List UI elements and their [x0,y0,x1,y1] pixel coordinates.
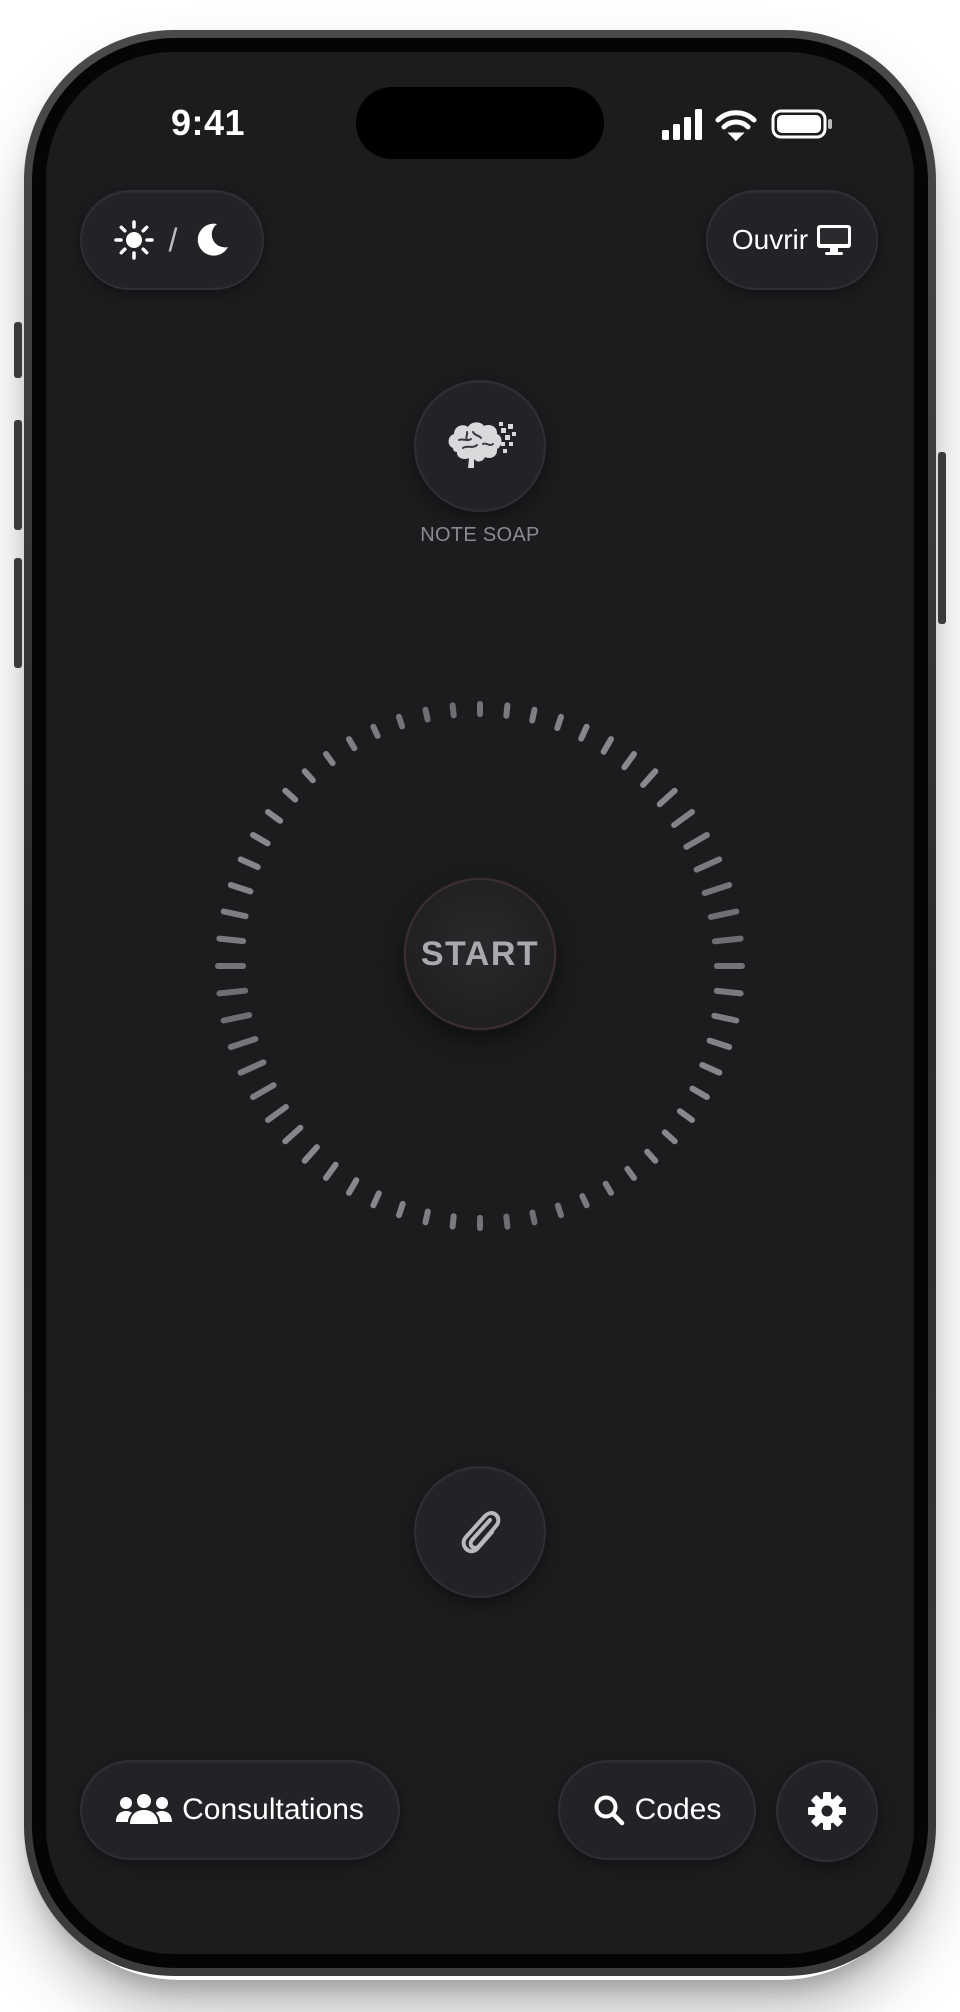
start-recording-button[interactable]: START [404,878,556,1030]
dial-tick [706,1037,733,1050]
dial-tick [237,1059,267,1076]
search-icon [594,1795,624,1826]
brain-icon [448,422,516,468]
dial-tick [216,935,247,945]
dial-tick [644,1148,659,1164]
dial-tick [265,809,284,824]
dial-tick [396,1200,406,1219]
dial-tick [282,787,299,803]
volume-up-button [14,420,22,530]
dial-tick [713,987,744,997]
codes-search-button[interactable]: Codes [558,1760,756,1860]
dial-tick [323,751,336,767]
status-icons [662,109,832,142]
dial-tick [422,706,431,723]
dial-tick [699,1062,723,1076]
dial-tick [346,1177,360,1196]
soap-note-button[interactable] [414,380,546,512]
dial-tick [602,1180,614,1196]
dial-tick [227,1036,259,1050]
dial-tick [579,1193,590,1209]
dial-tick [689,1085,710,1100]
dial-tick [656,787,678,808]
dial-tick [624,1165,637,1181]
cellular-signal-icon [662,109,702,140]
dynamic-island [356,87,604,159]
dial-tick [503,1213,511,1230]
dial-tick [640,768,659,788]
dial-tick [301,768,316,784]
attachment-button[interactable] [414,1466,546,1598]
dial-tick [711,935,744,945]
dial-tick [529,1209,538,1226]
theme-separator: / [168,221,178,258]
dial-tick [449,702,457,719]
dial-tick [237,856,261,870]
desktop-monitor-icon [817,225,852,255]
moon-icon [198,223,229,256]
dial-tick [661,1129,678,1145]
wifi-icon [715,110,757,142]
dial-tick [707,908,740,920]
dial-tick [227,882,254,895]
dial-tick [346,736,358,752]
sun-icon [113,220,154,260]
gear-icon [808,1792,846,1830]
dial-tick [250,832,271,847]
codes-label: Codes [634,1793,722,1826]
open-desktop-button[interactable]: Ouvrir [706,190,878,290]
dial-tick [370,1190,382,1209]
power-button [938,452,946,624]
dial-tick [396,713,406,730]
dial-tick [220,1012,253,1024]
dial-tick [621,751,637,771]
dial-tick [711,1012,740,1024]
open-desktop-label: Ouvrir [731,224,809,255]
dial-tick [449,1213,457,1230]
dial-tick [301,1144,320,1164]
consultations-button[interactable]: Consultations [80,1760,400,1860]
phone-mockup: 9:41 / Ouvrir NOTE SOAP START Consultati… [0,0,960,2012]
dial-tick [554,713,564,732]
users-group-icon [116,1794,173,1824]
start-label: START [420,934,540,973]
battery-icon [771,109,832,139]
action-button [14,322,22,378]
dial-tick [216,987,249,997]
dial-tick [529,706,538,724]
dial-tick [265,1104,289,1123]
dial-tick [600,736,614,755]
dial-tick [422,1208,431,1226]
volume-down-button [14,558,22,668]
dial-tick [220,908,249,920]
dial-tick [676,1108,695,1123]
dial-tick [683,832,710,850]
dial-tick [554,1202,564,1219]
dial-tick [693,856,723,873]
status-time: 9:41 [170,102,246,143]
theme-toggle-button[interactable]: / [80,190,264,290]
paperclip-icon [461,1511,501,1554]
consultations-label: Consultations [182,1793,364,1826]
soap-note-label: NOTE SOAP [420,524,540,546]
dial-tick [578,723,590,742]
dial-tick [701,882,733,896]
dial-tick [671,809,695,828]
dial-tick [323,1161,339,1181]
dial-tick [250,1082,277,1100]
settings-button[interactable] [776,1760,878,1862]
dial-tick [503,702,511,719]
dial-tick [370,723,381,739]
dial-tick [282,1124,304,1145]
